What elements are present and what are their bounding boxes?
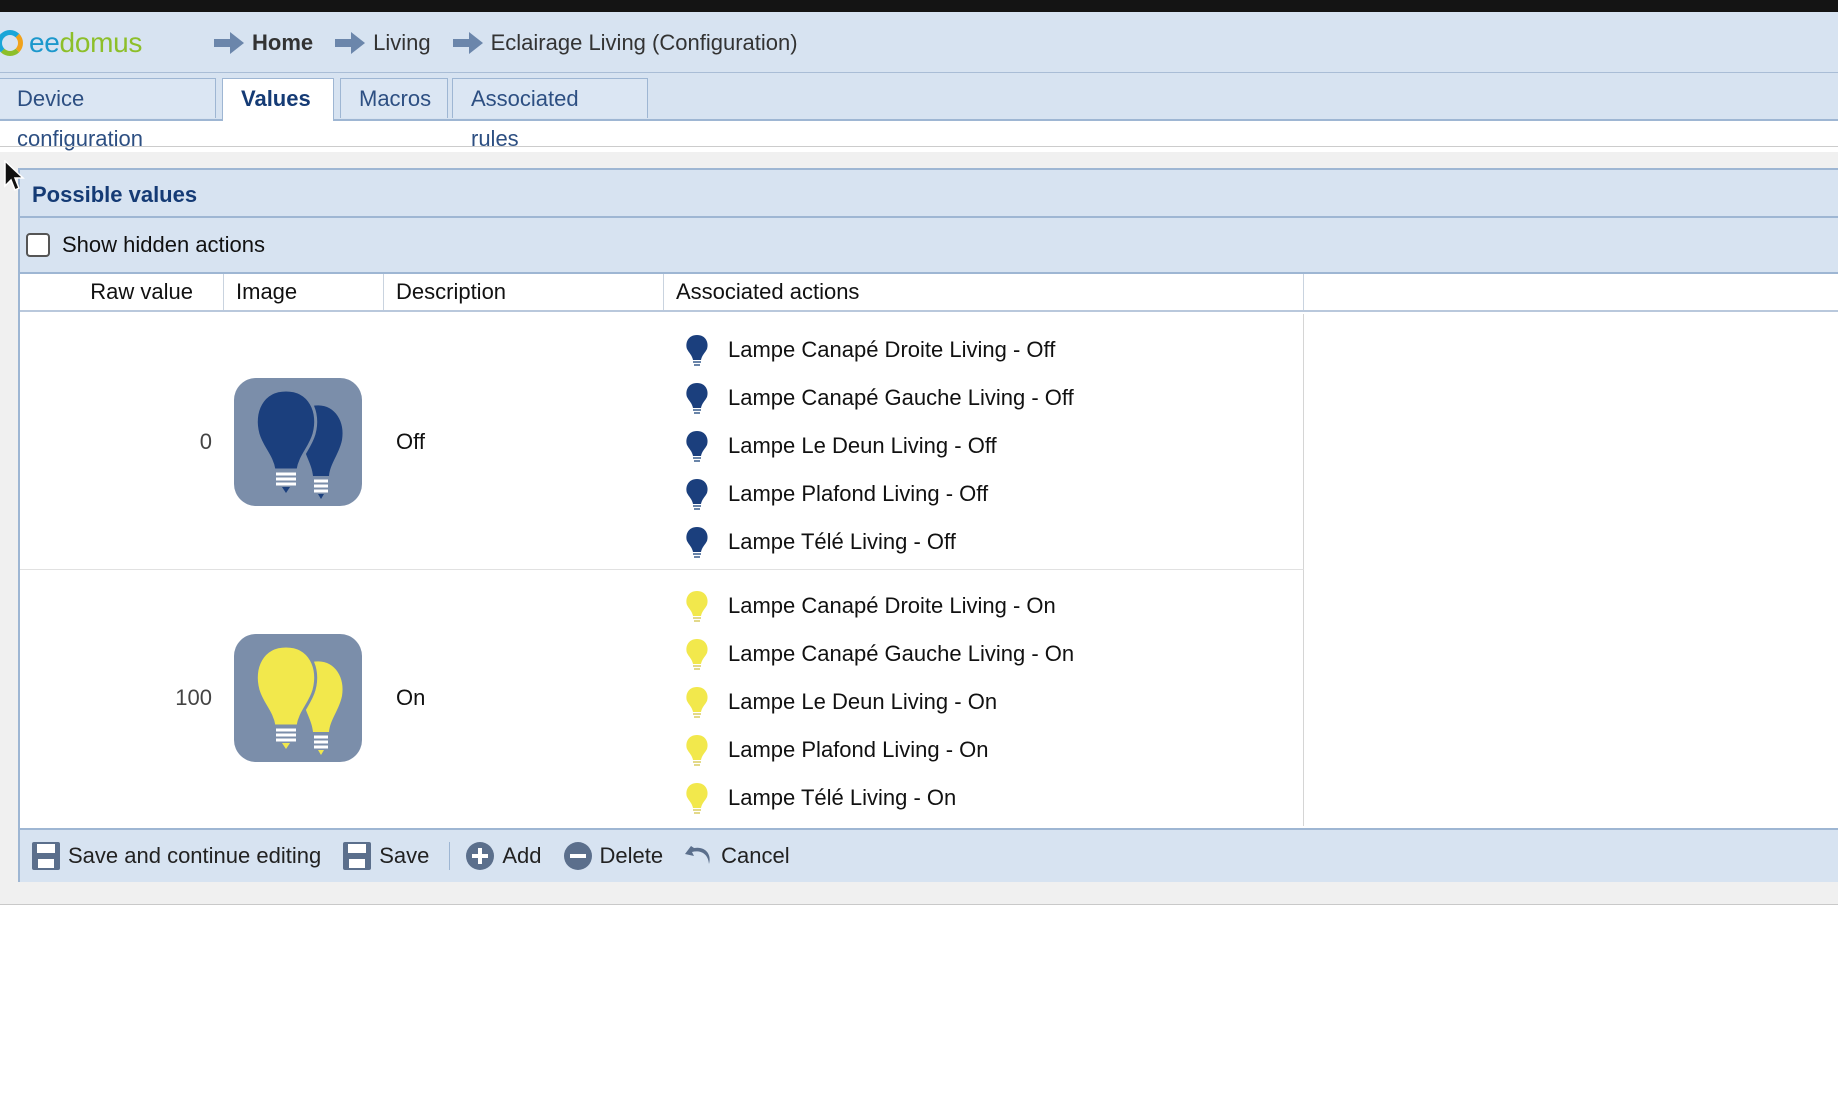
table-row[interactable]: 100 On Lampe Canapé Droite Living - On L… [20, 570, 1304, 826]
arrow-right-icon [214, 32, 244, 54]
action-item[interactable]: Lampe Canapé Gauche Living - On [684, 630, 1074, 678]
action-label: Lampe Télé Living - Off [728, 529, 956, 554]
bulb-on-icon [686, 639, 708, 670]
tab-values[interactable]: Values [222, 78, 334, 121]
logo-ring-icon [0, 30, 23, 56]
table-row[interactable]: 0 Off Lampe Canapé Droite Living - Off L… [20, 314, 1304, 570]
eedomus-logo[interactable]: eedomus [0, 26, 142, 60]
column-header-raw-value[interactable]: Raw value [20, 274, 224, 310]
bottom-toolbar: Save and continue editing Save Add Delet… [20, 828, 1838, 882]
floppy-disk-icon [343, 842, 372, 870]
column-header-description[interactable]: Description [384, 274, 664, 310]
tab-bar: Device configuration Values Macros Assoc… [0, 73, 1838, 151]
action-label: Lampe Le Deun Living - On [728, 689, 998, 714]
action-item[interactable]: Lampe Télé Living - Off [684, 518, 1074, 566]
grid-header: Raw value Image Description Associated a… [20, 274, 1838, 312]
breadcrumb-home[interactable]: Home [252, 30, 313, 56]
column-header-image[interactable]: Image [224, 274, 384, 310]
action-item[interactable]: Lampe Télé Living - On [684, 774, 1074, 822]
action-label: Lampe Plafond Living - On [728, 737, 989, 762]
show-hidden-bar: Show hidden actions [20, 218, 1838, 274]
action-label: Lampe Canapé Gauche Living - On [728, 641, 1075, 666]
action-item[interactable]: Lampe Le Deun Living - Off [684, 422, 1074, 470]
action-label: Lampe Le Deun Living - Off [728, 433, 997, 458]
description-cell: Off [396, 428, 425, 454]
undo-arrow-icon [685, 846, 710, 864]
bulbs-on-icon [254, 644, 343, 755]
tab-associated-rules[interactable]: Associated rules [452, 78, 648, 151]
bulbs-off-icon [254, 388, 343, 499]
action-item[interactable]: Lampe Canapé Droite Living - Off [684, 326, 1074, 374]
description-cell: On [396, 685, 426, 710]
arrow-right-icon [335, 32, 366, 54]
associated-actions-list: Lampe Canapé Droite Living - On Lampe Ca… [684, 582, 1074, 822]
action-label: Lampe Canapé Droite Living - On [728, 593, 1056, 618]
add-label: Add [502, 843, 542, 868]
tab-macros[interactable]: Macros [340, 78, 448, 118]
action-item[interactable]: Lampe Plafond Living - On [684, 726, 1074, 774]
bulb-on-icon [686, 687, 708, 718]
header-bar: eedomus Home Living Eclairage Living (Co… [0, 12, 1838, 73]
save-button[interactable]: Save [341, 840, 429, 872]
bulb-off-icon [686, 479, 708, 510]
top-strip [0, 0, 1838, 12]
bulb-on-icon [686, 591, 708, 622]
delete-label: Delete [599, 843, 664, 868]
bulb-off-icon [686, 431, 708, 462]
breadcrumb-current: Eclairage Living (Configuration) [490, 30, 798, 55]
cancel-label: Cancel [721, 843, 790, 868]
show-hidden-label[interactable]: Show hidden actions [62, 232, 265, 258]
toolbar-separator [449, 842, 451, 870]
delete-button[interactable]: Delete [562, 840, 664, 872]
associated-actions-list: Lampe Canapé Droite Living - Off Lampe C… [684, 326, 1074, 566]
add-button[interactable]: Add [464, 840, 542, 872]
cancel-button[interactable]: Cancel [683, 840, 790, 872]
panel-header: Possible values [20, 168, 1838, 218]
show-hidden-checkbox[interactable] [26, 233, 50, 257]
action-label: Lampe Plafond Living - Off [728, 481, 989, 506]
minus-circle-icon [563, 842, 592, 870]
action-label: Lampe Canapé Droite Living - Off [728, 337, 1056, 362]
sub-bar [0, 122, 1838, 147]
arrow-right-icon [452, 32, 483, 54]
content-area: Possible values Show hidden actions Raw … [0, 152, 1838, 905]
bulb-off-icon [686, 527, 708, 558]
column-header-associated-actions[interactable]: Associated actions [664, 274, 1304, 310]
action-item[interactable]: Lampe Canapé Gauche Living - Off [684, 374, 1074, 422]
bulb-off-icon [686, 335, 708, 366]
save-label: Save [379, 843, 430, 868]
bulbs-on-image[interactable] [234, 634, 362, 762]
bulb-on-icon [686, 783, 708, 814]
action-label: Lampe Canapé Gauche Living - Off [728, 385, 1074, 410]
floppy-disk-icon [32, 842, 60, 870]
plus-circle-icon [466, 842, 495, 870]
breadcrumb: Home Living Eclairage Living (Configurat… [214, 28, 820, 58]
breadcrumb-living[interactable]: Living [373, 30, 430, 56]
save-and-continue-label: Save and continue editing [68, 843, 322, 868]
save-and-continue-button[interactable]: Save and continue editing [30, 840, 321, 872]
bulbs-off-image[interactable] [234, 378, 362, 506]
panel-title: Possible values [32, 182, 198, 207]
bulb-on-icon [686, 735, 708, 766]
action-item[interactable]: Lampe Plafond Living - Off [684, 470, 1074, 518]
raw-value-cell: 0 [199, 428, 212, 454]
tab-device-configuration[interactable]: Device configuration [0, 78, 216, 151]
logo-text: eedomus [29, 27, 143, 58]
action-item[interactable]: Lampe Le Deun Living - On [684, 678, 1074, 726]
action-label: Lampe Télé Living - On [728, 785, 957, 810]
mouse-cursor-icon [4, 160, 25, 192]
possible-values-panel: Possible values Show hidden actions Raw … [18, 168, 1838, 882]
action-item[interactable]: Lampe Canapé Droite Living - On [684, 582, 1074, 630]
bulb-off-icon [686, 383, 708, 414]
raw-value-cell: 100 [175, 685, 212, 710]
